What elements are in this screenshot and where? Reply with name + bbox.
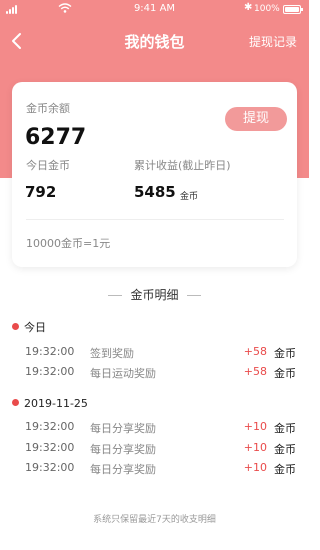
group-header: 2019-11-25 xyxy=(12,397,88,410)
item-amount: +58 xyxy=(243,365,267,378)
item-time: 19:32:00 xyxy=(25,461,75,474)
item-description: 每日分享奖励 xyxy=(90,422,156,435)
card-divider xyxy=(26,219,284,220)
status-bar: 9:41 AM ✱ 100% xyxy=(0,0,309,18)
chevron-left-icon[interactable] xyxy=(8,32,26,50)
list-item: 19:32:00 每日分享奖励 +10 金币 xyxy=(0,441,309,457)
item-unit: 金币 xyxy=(274,367,296,380)
nav-bar: 我的钱包 提现记录 xyxy=(0,26,309,56)
item-amount: +58 xyxy=(243,345,267,358)
red-dot-icon xyxy=(12,323,19,330)
bluetooth-icon: ✱ xyxy=(244,2,253,13)
coin-details-title: 金币明细 xyxy=(130,288,179,302)
red-dot-icon xyxy=(12,399,19,406)
today-coins-label: 今日金币 xyxy=(26,159,70,172)
item-time: 19:32:00 xyxy=(25,420,75,433)
balance-label: 金币余额 xyxy=(26,102,70,115)
withdraw-records-link[interactable]: 提现记录 xyxy=(249,33,297,50)
item-unit: 金币 xyxy=(274,443,296,456)
item-time: 19:32:00 xyxy=(25,441,75,454)
item-time: 19:32:00 xyxy=(25,345,75,358)
item-time: 19:32:00 xyxy=(25,365,75,378)
today-coins-value: 792 xyxy=(25,183,57,201)
item-unit: 金币 xyxy=(274,347,296,360)
total-earnings-value: 5485 xyxy=(134,183,176,201)
group-date: 2019-11-25 xyxy=(24,397,88,410)
list-item: 19:32:00 每日分享奖励 +10 金币 xyxy=(0,461,309,477)
item-description: 签到奖励 xyxy=(90,347,134,360)
total-earnings-label: 累计收益(截止昨日) xyxy=(134,159,231,172)
group-header: 今日 xyxy=(12,319,46,335)
retention-note: 系统只保留最近7天的收支明细 xyxy=(93,515,216,525)
total-earnings-unit: 金币 xyxy=(180,192,199,202)
battery-icon xyxy=(283,5,303,14)
balance-value: 6277 xyxy=(25,125,87,150)
item-description: 每日分享奖励 xyxy=(90,443,156,456)
exchange-rate-text: 10000金币=1元 xyxy=(26,237,111,250)
item-description: 每日运动奖励 xyxy=(90,367,156,380)
group-date: 今日 xyxy=(24,321,46,334)
battery-percent: 100% xyxy=(254,4,280,14)
list-item: 19:32:00 每日运动奖励 +58 金币 xyxy=(0,365,309,381)
item-unit: 金币 xyxy=(274,463,296,476)
item-description: 每日分享奖励 xyxy=(90,463,156,476)
list-item: 19:32:00 签到奖励 +58 金币 xyxy=(0,345,309,361)
item-unit: 金币 xyxy=(274,422,296,435)
item-amount: +10 xyxy=(243,441,267,454)
item-amount: +10 xyxy=(243,461,267,474)
list-item: 19:32:00 每日分享奖励 +10 金币 xyxy=(0,420,309,436)
item-amount: +10 xyxy=(243,420,267,433)
balance-card: 金币余额 6277 提现 今日金币 792 累计收益(截止昨日) 5485 金币… xyxy=(12,82,297,267)
coin-details-heading: 金币明细 xyxy=(0,286,309,303)
withdraw-button[interactable]: 提现 xyxy=(225,107,287,131)
